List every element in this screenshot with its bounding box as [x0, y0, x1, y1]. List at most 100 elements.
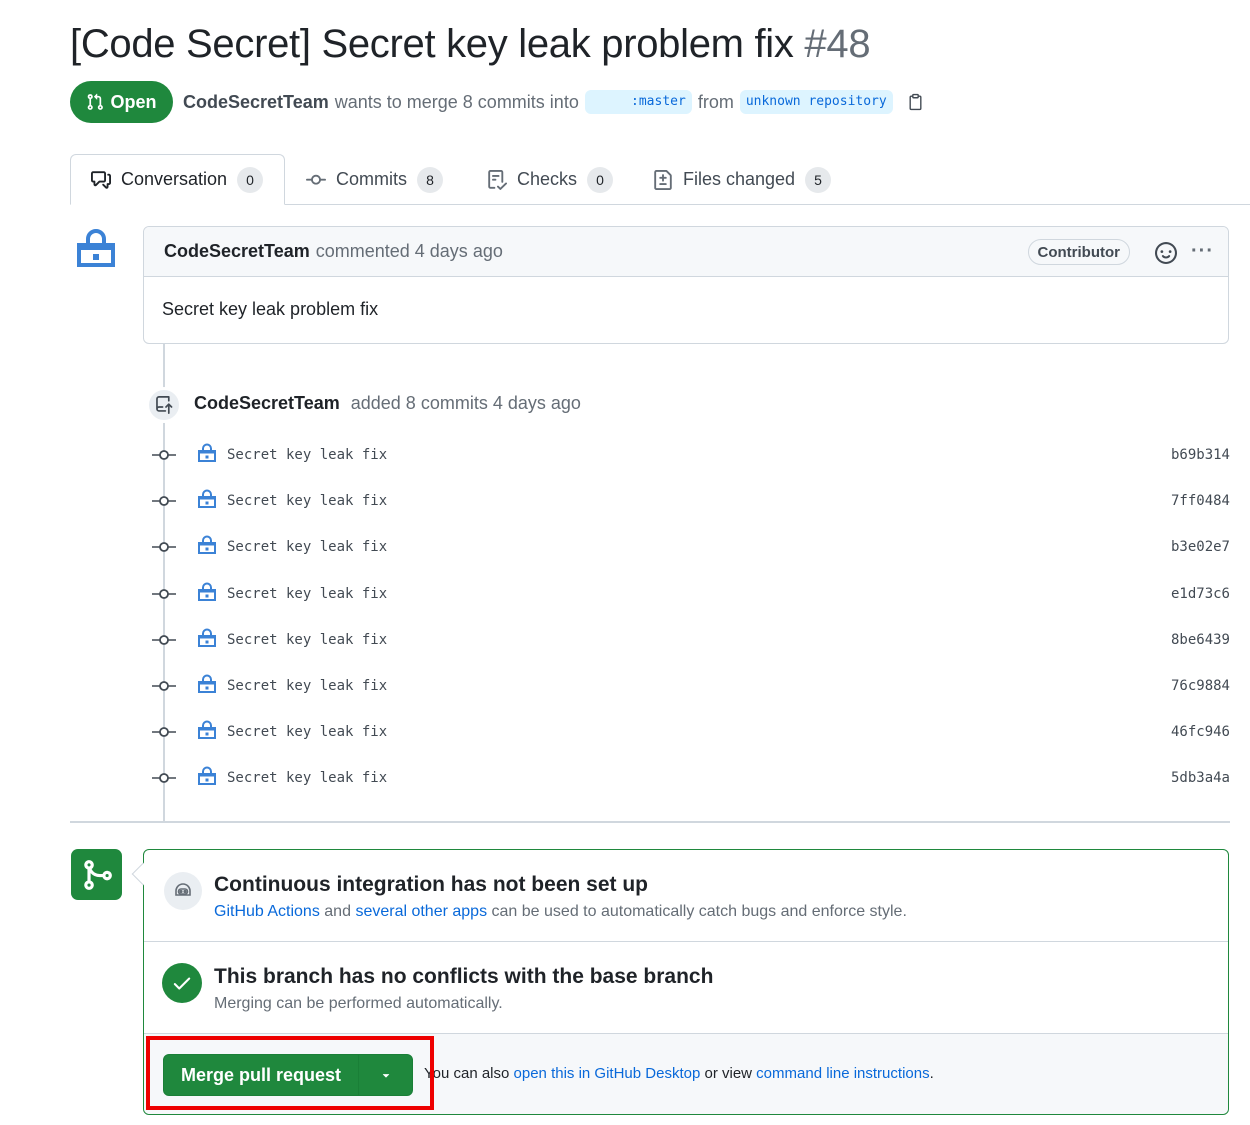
- git-commit-icon: [152, 770, 176, 791]
- tab-files-changed[interactable]: Files changed 5: [653, 154, 832, 205]
- commit-row: Secret key leak fix 5db3a4a: [152, 764, 1230, 794]
- hint-mid-text: or view: [704, 1065, 752, 1082]
- tab-label: Conversation: [121, 169, 228, 189]
- commit-sha-link[interactable]: 5db3a4a: [1171, 770, 1230, 786]
- open-in-desktop-link[interactable]: open this in GitHub Desktop: [514, 1065, 701, 1082]
- commit-message-link[interactable]: Secret key leak fix: [227, 586, 387, 602]
- add-reaction-icon[interactable]: [1155, 242, 1177, 269]
- push-event-text: CodeSecretTeam added 8 commits 4 days ag…: [194, 393, 581, 414]
- pr-meta: CodeSecretTeam wants to merge 8 commits …: [183, 90, 924, 114]
- commit-sha-link[interactable]: e1d73c6: [1171, 586, 1230, 602]
- hint-pre-text: You can also: [424, 1065, 510, 1082]
- head-branch-label[interactable]: unknown repository: [739, 90, 893, 114]
- commit-author-avatar[interactable]: [197, 535, 217, 560]
- ci-title: Continuous integration has not been set …: [214, 873, 648, 896]
- ci-badge: [164, 872, 202, 910]
- kebab-horizontal-icon[interactable]: ···: [1191, 240, 1214, 263]
- commit-author-avatar[interactable]: [197, 674, 217, 699]
- commit-message-link[interactable]: Secret key leak fix: [227, 724, 387, 740]
- ci-rest-text: can be used to automatically catch bugs …: [491, 903, 907, 920]
- hint-post-text: .: [929, 1065, 934, 1082]
- pr-title-text: [Code Secret] Secret key leak problem fi…: [70, 22, 794, 66]
- copy-branch-icon[interactable]: [907, 93, 924, 111]
- git-merge-icon: [71, 849, 122, 900]
- checklist-icon: [488, 169, 507, 190]
- git-commit-icon: [152, 678, 176, 699]
- file-diff-icon: [654, 169, 672, 190]
- git-commit-icon: [152, 493, 176, 514]
- git-commit-icon: [152, 724, 176, 745]
- comment-meta[interactable]: commented 4 days ago: [316, 241, 503, 262]
- git-pull-request-icon: [88, 93, 104, 110]
- git-commit-icon: [152, 447, 176, 468]
- tab-label: Commits: [336, 169, 407, 189]
- push-event-badge: [146, 387, 182, 423]
- ci-subtitle: GitHub Actions and several other apps ca…: [214, 903, 907, 921]
- tab-counter: 5: [805, 166, 832, 193]
- comment-header: CodeSecretTeam commented 4 days ago Cont…: [144, 227, 1228, 277]
- commit-message-link[interactable]: Secret key leak fix: [227, 539, 387, 555]
- other-apps-link[interactable]: several other apps: [355, 903, 487, 920]
- commit-author-avatar[interactable]: [197, 628, 217, 653]
- commit-sha-link[interactable]: b69b314: [1171, 447, 1230, 463]
- tab-conversation[interactable]: Conversation 0: [70, 154, 285, 205]
- author-avatar[interactable]: [76, 229, 116, 269]
- comment-discussion-icon: [91, 170, 111, 189]
- tab-counter: 8: [417, 166, 443, 193]
- comment-box: CodeSecretTeam commented 4 days ago Cont…: [143, 226, 1229, 344]
- conflicts-title: This branch has no conflicts with the ba…: [214, 965, 714, 988]
- commit-row: Secret key leak fix 76c9884: [152, 672, 1230, 702]
- pr-from-text: from: [697, 91, 734, 112]
- comment-body: Secret key leak problem fix: [162, 299, 379, 319]
- commit-row: Secret key leak fix 46fc946: [152, 718, 1230, 748]
- annotation-highlight-box: [146, 1036, 434, 1110]
- pr-number: #48: [804, 22, 871, 66]
- commit-message-link[interactable]: Secret key leak fix: [227, 678, 387, 694]
- contributor-badge: Contributor: [1027, 239, 1130, 265]
- tab-counter: 0: [237, 166, 264, 193]
- commit-author-avatar[interactable]: [197, 489, 217, 514]
- push-event-meta: added 8 commits 4 days ago: [350, 393, 581, 413]
- commit-author-avatar[interactable]: [197, 766, 217, 791]
- git-commit-icon: [152, 632, 176, 653]
- tab-commits[interactable]: Commits 8: [306, 154, 443, 205]
- commit-sha-link[interactable]: 46fc946: [1171, 724, 1230, 740]
- commit-row: Secret key leak fix 8be6439: [152, 626, 1230, 656]
- push-author-link[interactable]: CodeSecretTeam: [194, 393, 340, 413]
- commit-author-avatar[interactable]: [197, 582, 217, 607]
- commit-message-link[interactable]: Secret key leak fix: [227, 447, 387, 463]
- lock-icon: [77, 229, 115, 267]
- comment-author-link[interactable]: CodeSecretTeam: [164, 241, 310, 262]
- base-branch-label[interactable]: :master: [584, 90, 692, 114]
- commit-row: Secret key leak fix e1d73c6: [152, 580, 1230, 610]
- commit-row: Secret key leak fix 7ff0484: [152, 487, 1230, 517]
- pr-state-badge: Open: [70, 81, 173, 123]
- commit-row: Secret key leak fix b69b314: [152, 441, 1230, 471]
- commit-author-avatar[interactable]: [197, 443, 217, 468]
- pr-state-label: Open: [110, 91, 157, 112]
- tab-checks[interactable]: Checks 0: [487, 154, 614, 205]
- commit-message-link[interactable]: Secret key leak fix: [227, 493, 387, 509]
- tab-label: Checks: [517, 169, 578, 189]
- git-commit-icon: [306, 174, 326, 185]
- pr-author-link[interactable]: CodeSecretTeam: [183, 92, 329, 113]
- commit-sha-link[interactable]: 8be6439: [1171, 632, 1230, 648]
- tab-label: Files changed: [683, 169, 796, 189]
- commit-message-link[interactable]: Secret key leak fix: [227, 770, 387, 786]
- timeline-end-divider: [70, 821, 1230, 823]
- conflicts-subtitle: Merging can be performed automatically.: [214, 995, 503, 1012]
- commit-row: Secret key leak fix b3e02e7: [152, 533, 1230, 563]
- git-commit-icon: [152, 539, 176, 560]
- merge-hint: You can also open this in GitHub Desktop…: [424, 1065, 934, 1082]
- copilot-bot-icon: [175, 883, 191, 896]
- github-actions-link[interactable]: GitHub Actions: [214, 903, 320, 920]
- ci-and-text: and: [324, 903, 351, 920]
- commit-sha-link[interactable]: 7ff0484: [1171, 493, 1230, 509]
- commit-sha-link[interactable]: 76c9884: [1171, 678, 1230, 694]
- command-line-instructions-link[interactable]: command line instructions: [756, 1065, 929, 1082]
- commit-author-avatar[interactable]: [197, 720, 217, 745]
- commit-message-link[interactable]: Secret key leak fix: [227, 632, 387, 648]
- check-circle-icon: [162, 963, 202, 1003]
- commit-sha-link[interactable]: b3e02e7: [1171, 539, 1230, 555]
- repo-push-icon: [156, 396, 173, 414]
